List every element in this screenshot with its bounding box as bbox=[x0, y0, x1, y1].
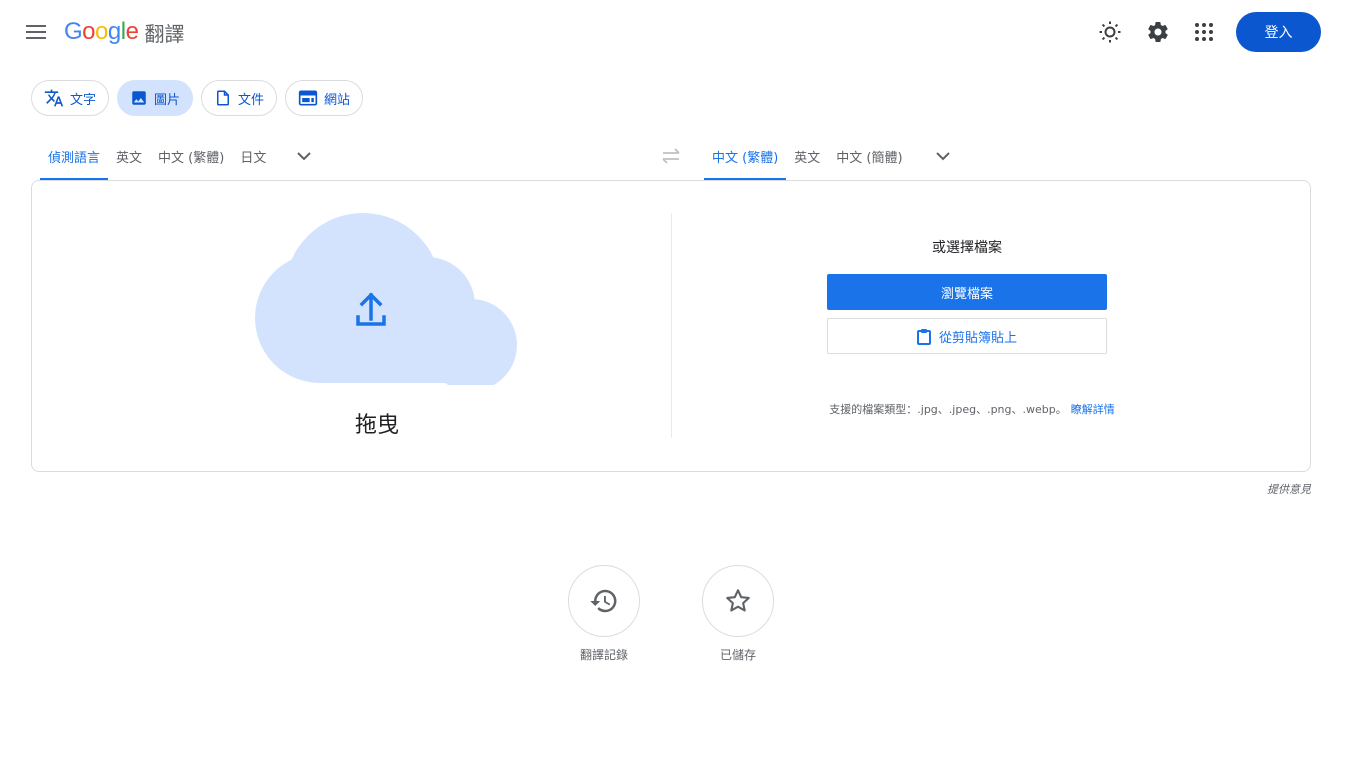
source-lang-english[interactable]: 英文 bbox=[108, 141, 150, 171]
target-lang-chinese-traditional[interactable]: 中文 (繁體) bbox=[704, 141, 787, 180]
mode-tabs: 文字 圖片 文件 網站 bbox=[31, 80, 364, 116]
mode-tab-label: 網站 bbox=[324, 92, 351, 108]
target-lang-more-button[interactable] bbox=[927, 141, 959, 171]
document-icon bbox=[217, 90, 230, 106]
theme-toggle-button[interactable] bbox=[1094, 16, 1126, 48]
choose-file-label: 或選擇檔案 bbox=[932, 240, 1002, 256]
image-upload-panel: 拖曳 或選擇檔案 瀏覽檔案 從剪貼簿貼上 支援的檔案類型：.jpg、.jpeg、… bbox=[31, 180, 1311, 472]
clipboard-icon bbox=[916, 328, 931, 345]
source-lang-chinese-traditional[interactable]: 中文 (繁體) bbox=[150, 141, 232, 171]
mode-tab-document[interactable]: 文件 bbox=[201, 80, 278, 116]
paste-label: 從剪貼簿貼上 bbox=[938, 330, 1017, 346]
target-lang-chinese-simplified[interactable]: 中文 (簡體) bbox=[828, 141, 910, 171]
paste-from-clipboard-button[interactable]: 從剪貼簿貼上 bbox=[827, 318, 1107, 354]
cloud-upload-icon bbox=[255, 213, 517, 391]
source-lang-more-button[interactable] bbox=[288, 141, 320, 171]
history-icon bbox=[590, 589, 617, 613]
mode-tab-text[interactable]: 文字 bbox=[31, 80, 110, 116]
translate-icon bbox=[44, 89, 64, 107]
target-language-bar: 中文 (繁體) 英文 中文 (簡體) bbox=[704, 141, 959, 181]
chevron-down-icon bbox=[935, 151, 950, 160]
signin-button[interactable]: 登入 bbox=[1236, 12, 1321, 52]
drag-label: 拖曳 bbox=[354, 413, 399, 438]
main-menu-button[interactable] bbox=[20, 16, 52, 48]
drop-zone[interactable] bbox=[235, 213, 517, 391]
google-apps-button[interactable] bbox=[1188, 16, 1220, 48]
support-text: 支援的檔案類型：.jpg、.jpeg、.png、.webp。 bbox=[829, 403, 1067, 416]
google-translate-logo[interactable]: Google 翻譯 bbox=[64, 18, 184, 46]
browse-files-button[interactable]: 瀏覽檔案 bbox=[827, 274, 1107, 310]
source-lang-japanese[interactable]: 日文 bbox=[232, 141, 274, 171]
history-label: 翻譯記錄 bbox=[579, 648, 628, 662]
google-logo-text: Google bbox=[64, 18, 139, 45]
image-icon bbox=[132, 91, 146, 105]
panel-divider bbox=[671, 213, 672, 438]
mode-tab-label: 文字 bbox=[70, 92, 97, 108]
mode-tab-website[interactable]: 網站 bbox=[285, 80, 364, 116]
mode-tab-label: 圖片 bbox=[154, 92, 181, 108]
settings-button[interactable] bbox=[1142, 16, 1174, 48]
source-language-bar: 偵測語言 英文 中文 (繁體) 日文 bbox=[40, 141, 320, 181]
menu-icon bbox=[26, 25, 46, 39]
target-lang-english[interactable]: 英文 bbox=[786, 141, 828, 171]
mode-tab-label: 文件 bbox=[238, 92, 265, 108]
swap-icon bbox=[662, 148, 680, 164]
history-button[interactable] bbox=[568, 565, 640, 637]
mode-tab-image[interactable]: 圖片 bbox=[117, 80, 194, 116]
gear-icon bbox=[1148, 22, 1168, 43]
learn-more-link[interactable]: 瞭解詳情 bbox=[1071, 403, 1115, 416]
supported-file-types: 支援的檔案類型：.jpg、.jpeg、.png、.webp。 瞭解詳情 bbox=[762, 401, 1182, 417]
chevron-down-icon bbox=[297, 151, 312, 160]
source-lang-detect[interactable]: 偵測語言 bbox=[40, 141, 109, 180]
website-icon bbox=[298, 90, 318, 106]
saved-button[interactable] bbox=[702, 565, 774, 637]
product-name: 翻譯 bbox=[144, 21, 185, 46]
star-icon bbox=[726, 589, 750, 612]
send-feedback-link[interactable]: 提供意見 bbox=[1220, 481, 1311, 497]
swap-languages-button[interactable] bbox=[658, 143, 684, 169]
apps-grid-icon bbox=[1195, 23, 1213, 41]
saved-label: 已儲存 bbox=[719, 648, 756, 662]
sun-icon bbox=[1099, 21, 1121, 43]
